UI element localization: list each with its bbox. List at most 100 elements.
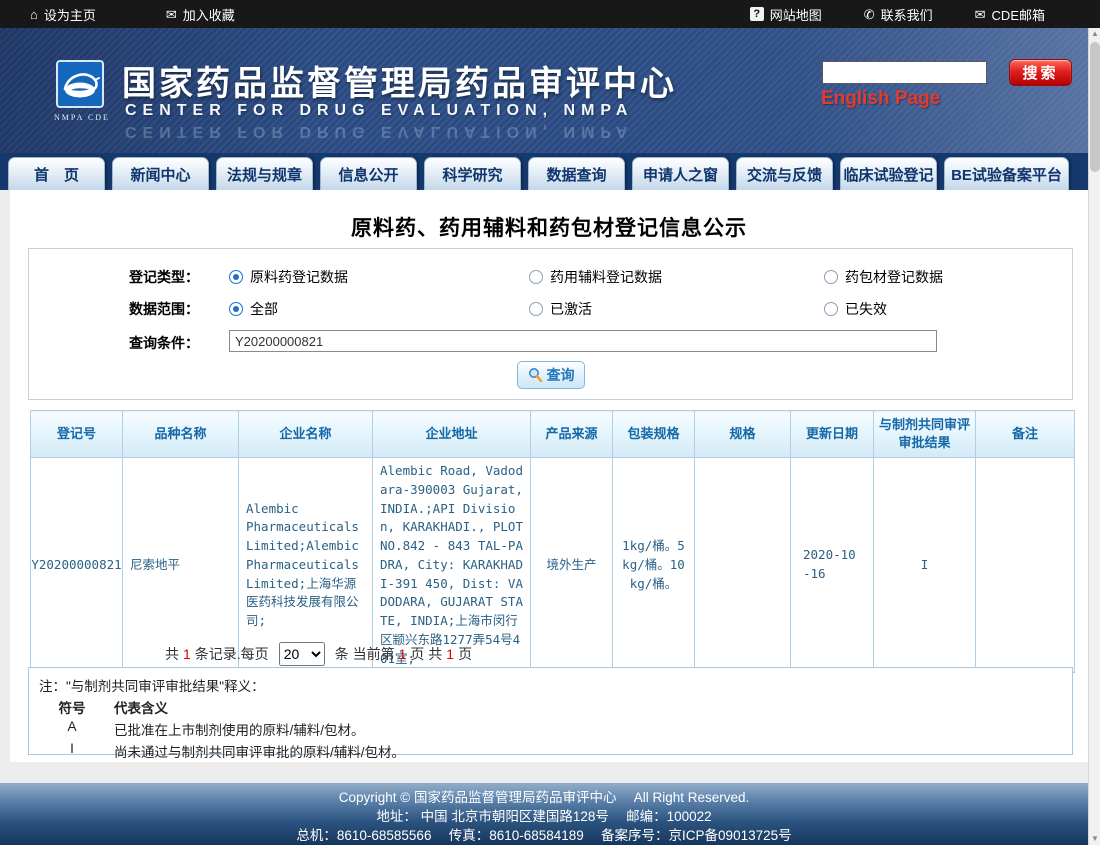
footer-address: 地址： 中国 北京市朝阳区建国路128号 邮编：100022 xyxy=(0,807,1088,826)
cde-mailbox-link[interactable]: ✉ CDE邮箱 xyxy=(975,5,1045,24)
site-search-button[interactable]: 搜索 xyxy=(1009,59,1072,86)
magnifier-icon xyxy=(527,367,543,383)
legend-meaning: 已批准在上市制剂使用的原料/辅料/包材。 xyxy=(114,719,365,739)
main-navigation: 首 页 新闻中心 法规与规章 信息公开 科学研究 数据查询 申请人之窗 交流与反… xyxy=(0,153,1100,190)
nav-tab-clinical-trial[interactable]: 临床试验登记 xyxy=(840,157,937,190)
logo-caption: NMPA CDE xyxy=(54,113,106,122)
query-condition-label: 查询条件： xyxy=(129,333,199,353)
set-homepage-label: 设为主页 xyxy=(44,5,96,24)
query-form: 登记类型： 原料药登记数据 药用辅料登记数据 药包材登记数据 数据范围： 全部 xyxy=(28,248,1073,400)
pagination-text: 共 xyxy=(165,644,179,664)
footer-copyright: Copyright © 国家药品监督管理局药品审评中心 All Right Re… xyxy=(0,788,1088,807)
site-banner: NMPA CDE 国家药品监督管理局药品审评中心 CENTER FOR DRUG… xyxy=(0,28,1100,153)
col-company-name: 企业名称 xyxy=(239,411,373,458)
nav-tab-home[interactable]: 首 页 xyxy=(8,157,105,190)
col-product-name: 品种名称 xyxy=(123,411,239,458)
current-page-number: 1 xyxy=(399,646,407,662)
cell-package-spec: 1kg/桶。5 kg/桶。10 kg/桶。 xyxy=(613,458,695,673)
radio-packaging-data[interactable]: 药包材登记数据 xyxy=(824,267,943,287)
set-homepage-link[interactable]: ⌂ 设为主页 xyxy=(30,5,96,24)
query-condition-input[interactable] xyxy=(229,330,937,352)
table-header-row: 登记号 品种名称 企业名称 企业地址 产品来源 包装规格 规格 更新日期 与制剂… xyxy=(31,411,1075,458)
legend-box: 注："与制剂共同审评审批结果"释义： 符号 代表含义 A 已批准在上市制剂使用的… xyxy=(28,667,1073,755)
top-utility-bar: ⌂ 设为主页 ✉ 加入收藏 ? 网站地图 ✆ 联系我们 ✉ CDE邮箱 xyxy=(0,0,1100,28)
site-search-input[interactable] xyxy=(822,61,987,84)
legend-header: 符号 代表含义 xyxy=(54,697,168,717)
english-page-link[interactable]: English Page xyxy=(821,88,940,110)
col-package-spec: 包装规格 xyxy=(613,411,695,458)
radio-excipient-data[interactable]: 药用辅料登记数据 xyxy=(529,267,662,287)
col-reg-no: 登记号 xyxy=(31,411,123,458)
nav-tab-applicant-window[interactable]: 申请人之窗 xyxy=(632,157,729,190)
pagination-text: 页 共 xyxy=(410,644,442,664)
cell-spec xyxy=(695,458,791,673)
org-title-en: CENTER FOR DRUG EVALUATION, NMPA xyxy=(125,102,633,120)
pagination-text: 条 当前第 xyxy=(335,644,395,664)
page-size-select[interactable]: 20 xyxy=(279,642,325,666)
col-spec: 规格 xyxy=(695,411,791,458)
pagination-bar: 共 1 条记录.每页 20 条 当前第 1 页 共 1 页 xyxy=(165,642,472,666)
radio-selected-icon xyxy=(229,270,243,284)
query-button-label: 查询 xyxy=(547,365,575,385)
col-company-address: 企业地址 xyxy=(373,411,531,458)
legend-title: 注："与制剂共同审评审批结果"释义： xyxy=(39,675,265,695)
nav-tab-science[interactable]: 科学研究 xyxy=(424,157,521,190)
radio-scope-all-label: 全部 xyxy=(250,299,278,319)
table-row: Y20200000821 尼索地平 Alembic Pharmaceutical… xyxy=(31,458,1075,673)
cell-update-date: 2020-10-16 xyxy=(791,458,874,673)
cell-reg-no: Y20200000821 xyxy=(31,458,123,673)
radio-scope-activated-label: 已激活 xyxy=(550,299,592,319)
legend-row-i: I 尚未通过与制剂共同审评审批的原料/辅料/包材。 xyxy=(54,741,405,761)
radio-scope-all[interactable]: 全部 xyxy=(229,299,278,319)
question-icon: ? xyxy=(750,7,764,21)
add-favorite-link[interactable]: ✉ 加入收藏 xyxy=(166,5,235,24)
total-records-count: 1 xyxy=(183,646,191,662)
total-pages-number: 1 xyxy=(446,646,454,662)
sitemap-label: 网站地图 xyxy=(770,5,822,24)
scroll-up-arrow[interactable]: ▲ xyxy=(1089,28,1100,40)
radio-api-data[interactable]: 原料药登记数据 xyxy=(229,267,348,287)
legend-symbol: A xyxy=(54,719,90,739)
legend-meaning: 尚未通过与制剂共同审评审批的原料/辅料/包材。 xyxy=(114,741,405,761)
query-button[interactable]: 查询 xyxy=(517,361,585,389)
nav-tab-regulations[interactable]: 法规与规章 xyxy=(216,157,313,190)
org-title-cn: 国家药品监督管理局药品审评中心 xyxy=(122,56,677,105)
radio-icon xyxy=(529,302,543,316)
radio-scope-expired-label: 已失效 xyxy=(845,299,887,319)
sitemap-link[interactable]: ? 网站地图 xyxy=(750,5,822,24)
cde-mailbox-label: CDE邮箱 xyxy=(992,5,1045,24)
radio-scope-activated[interactable]: 已激活 xyxy=(529,299,592,319)
pagination-text: 页 xyxy=(458,644,472,664)
pagination-text: 条记录.每页 xyxy=(195,644,269,664)
nav-tab-be-platform[interactable]: BE试验备案平台 xyxy=(944,157,1069,190)
nav-tab-data-query[interactable]: 数据查询 xyxy=(528,157,625,190)
results-table: 登记号 品种名称 企业名称 企业地址 产品来源 包装规格 规格 更新日期 与制剂… xyxy=(30,410,1075,673)
contact-us-link[interactable]: ✆ 联系我们 xyxy=(864,5,933,24)
col-product-source: 产品来源 xyxy=(531,411,613,458)
scope-label: 数据范围： xyxy=(129,299,199,319)
radio-icon xyxy=(529,270,543,284)
nav-tab-communication[interactable]: 交流与反馈 xyxy=(736,157,833,190)
legend-meaning-header: 代表含义 xyxy=(114,697,168,717)
cell-product-name: 尼索地平 xyxy=(123,458,239,673)
home-icon: ⌂ xyxy=(30,8,38,21)
vertical-scrollbar[interactable]: ▲ ▼ xyxy=(1088,28,1100,845)
cell-product-source: 境外生产 xyxy=(531,458,613,673)
nav-tab-info-disclosure[interactable]: 信息公开 xyxy=(320,157,417,190)
cell-company-address: Alembic Road, Vadodara-390003 Gujarat, I… xyxy=(373,458,531,673)
legend-row-a: A 已批准在上市制剂使用的原料/辅料/包材。 xyxy=(54,719,365,739)
reg-type-label: 登记类型： xyxy=(129,267,199,287)
nav-tab-news[interactable]: 新闻中心 xyxy=(112,157,209,190)
radio-scope-expired[interactable]: 已失效 xyxy=(824,299,887,319)
site-footer: Copyright © 国家药品监督管理局药品审评中心 All Right Re… xyxy=(0,783,1088,845)
cell-review-result: I xyxy=(874,458,976,673)
scrollbar-thumb[interactable] xyxy=(1090,42,1100,172)
radio-icon xyxy=(824,270,838,284)
radio-selected-icon xyxy=(229,302,243,316)
cell-remark xyxy=(976,458,1075,673)
org-title-en-reflection: CENTER FOR DRUG EVALUATION, NMPA xyxy=(125,122,633,140)
radio-icon xyxy=(824,302,838,316)
radio-packaging-data-label: 药包材登记数据 xyxy=(845,267,943,287)
scroll-down-arrow[interactable]: ▼ xyxy=(1089,833,1100,845)
radio-api-data-label: 原料药登记数据 xyxy=(250,267,348,287)
